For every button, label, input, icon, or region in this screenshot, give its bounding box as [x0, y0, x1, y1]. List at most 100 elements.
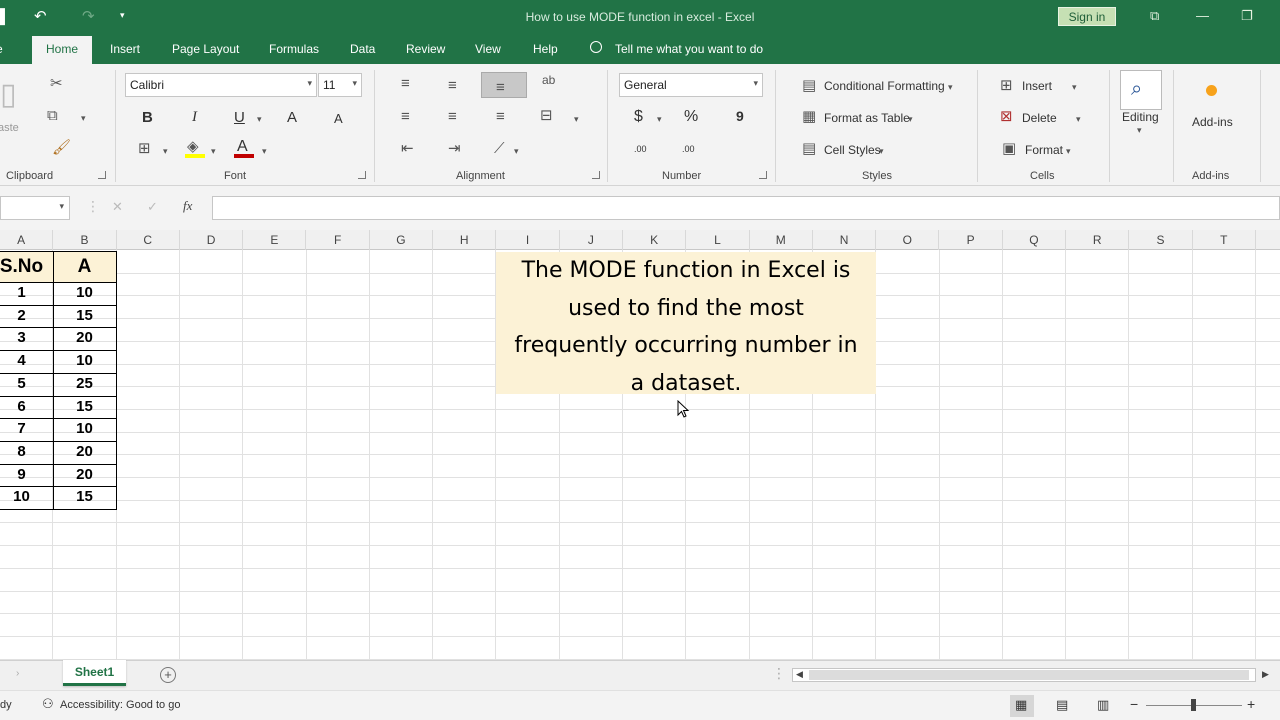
column-header-m[interactable]: M [750, 230, 813, 250]
formula-input[interactable] [212, 196, 1280, 220]
decrease-font-button[interactable]: A [334, 111, 343, 126]
page-layout-view-icon[interactable]: ▤ [1056, 697, 1068, 713]
increase-indent-icon[interactable]: ⇥ [448, 141, 461, 156]
borders-icon[interactable]: ⊞ [138, 141, 151, 156]
column-header-d[interactable]: D [180, 230, 244, 250]
scroll-right-icon[interactable]: ▶ [1262, 669, 1269, 680]
table-cell[interactable]: 10 [53, 350, 116, 373]
horizontal-scrollbar[interactable]: ◀ [792, 668, 1256, 682]
editing-label[interactable]: Editing [1122, 110, 1159, 124]
font-size-combo[interactable]: 11 ▾ [318, 73, 362, 97]
table-cell[interactable]: 20 [53, 327, 116, 350]
comma-style-button[interactable]: 9 [736, 108, 744, 124]
accessibility-status[interactable]: Accessibility: Good to go [60, 699, 180, 711]
orientation-dropdown-icon[interactable]: ▾ [514, 146, 519, 157]
paste-icon[interactable]: ▯ [0, 80, 17, 110]
enter-icon[interactable]: ✓ [147, 199, 158, 215]
borders-dropdown-icon[interactable]: ▾ [163, 146, 168, 157]
name-box[interactable]: ▾ [0, 196, 70, 220]
table-cell[interactable]: 15 [53, 305, 116, 328]
column-header-f[interactable]: F [307, 230, 370, 250]
column-header-c[interactable]: C [117, 230, 180, 250]
sheet-tab-sheet1[interactable]: Sheet1 [63, 660, 126, 686]
decrease-decimal-button[interactable]: .00 [682, 144, 695, 154]
column-header-r[interactable]: R [1066, 230, 1130, 250]
table-cell[interactable]: 7 [0, 418, 53, 441]
column-header-t[interactable]: T [1193, 230, 1256, 250]
column-header-e[interactable]: E [243, 230, 307, 250]
table-cell[interactable]: 8 [0, 441, 53, 464]
copy-icon[interactable]: ⧉ [47, 108, 58, 123]
column-header-l[interactable]: L [686, 230, 750, 250]
column-header-q[interactable]: Q [1003, 230, 1067, 250]
underline-button[interactable]: U [234, 109, 245, 126]
align-top-icon[interactable]: ≡ [401, 76, 410, 91]
tab-data[interactable]: Data [350, 42, 375, 56]
table-cell[interactable]: 10 [0, 486, 53, 509]
table-cell[interactable]: 9 [0, 464, 53, 487]
percent-button[interactable]: % [684, 108, 698, 126]
explanation-textbox[interactable]: The MODE function in Excel is used to fi… [496, 252, 876, 396]
table-cell[interactable]: 20 [53, 441, 116, 464]
tab-help[interactable]: Help [533, 42, 558, 56]
tab-formulas[interactable]: Formulas [269, 42, 319, 56]
number-launcher-icon[interactable] [759, 171, 767, 179]
format-as-table-button[interactable]: Format as Table [824, 111, 910, 125]
merge-center-icon[interactable]: ⊟ [540, 108, 553, 123]
align-left-icon[interactable]: ≡ [401, 109, 410, 124]
column-header-s[interactable]: S [1129, 230, 1193, 250]
font-color-dropdown-icon[interactable]: ▾ [262, 146, 267, 157]
table-cell[interactable]: 4 [0, 350, 53, 373]
insert-function-icon[interactable]: fx [183, 198, 192, 214]
merge-dropdown-icon[interactable]: ▾ [574, 114, 579, 125]
column-header-k[interactable]: K [623, 230, 687, 250]
table-cell[interactable]: 1 [0, 282, 53, 305]
tab-page-layout[interactable]: Page Layout [172, 42, 239, 56]
zoom-slider-thumb[interactable] [1191, 699, 1196, 711]
column-header-a[interactable]: A [0, 230, 54, 250]
minimize-icon[interactable]: — [1196, 8, 1209, 23]
page-break-view-icon[interactable]: ▥ [1097, 697, 1109, 713]
add-sheet-icon[interactable]: + [160, 667, 176, 683]
column-header-h[interactable]: H [433, 230, 497, 250]
ribbon-display-icon[interactable]: ⧉ [1150, 8, 1159, 24]
column-header-o[interactable]: O [876, 230, 940, 250]
table-cell[interactable]: 20 [53, 464, 116, 487]
cut-icon[interactable]: ✂ [50, 76, 63, 91]
alignment-launcher-icon[interactable] [592, 171, 600, 179]
add-ins-button[interactable]: Add-ins [1192, 115, 1233, 129]
tab-file[interactable]: e [0, 42, 3, 56]
table-cell[interactable]: 15 [53, 396, 116, 419]
currency-dropdown-icon[interactable]: ▾ [657, 114, 662, 125]
font-name-combo[interactable]: Calibri ▾ [125, 73, 317, 97]
clipboard-launcher-icon[interactable] [98, 171, 106, 179]
cancel-icon[interactable]: ✕ [112, 199, 123, 215]
format-cells-button[interactable]: Format [1025, 143, 1063, 157]
fill-color-icon[interactable]: ◈ [187, 139, 199, 154]
table-cell[interactable]: S.No [0, 251, 53, 282]
column-header-p[interactable]: P [940, 230, 1003, 250]
table-cell[interactable]: 10 [53, 282, 116, 305]
align-center-icon[interactable]: ≡ [448, 109, 457, 124]
tab-home[interactable]: Home [32, 36, 93, 64]
cell-styles-button[interactable]: Cell Styles [824, 143, 881, 157]
italic-button[interactable]: I [192, 109, 197, 126]
tab-view[interactable]: View [475, 42, 501, 56]
table-cell[interactable]: 15 [53, 486, 116, 509]
insert-cells-button[interactable]: Insert [1022, 79, 1052, 93]
wrap-text-icon[interactable]: ab [542, 74, 555, 86]
tab-insert[interactable]: Insert [110, 42, 140, 56]
column-header-b[interactable]: B [53, 230, 117, 250]
currency-button[interactable]: $ [634, 108, 643, 126]
table-cell[interactable]: 6 [0, 396, 53, 419]
format-painter-icon[interactable]: 🖌 [52, 140, 71, 155]
table-cell[interactable]: 25 [53, 373, 116, 396]
table-cell[interactable]: 3 [0, 327, 53, 350]
decrease-indent-icon[interactable]: ⇤ [401, 141, 414, 156]
align-right-icon[interactable]: ≡ [496, 109, 505, 124]
delete-cells-button[interactable]: Delete [1022, 111, 1057, 125]
scroll-sheets-icon[interactable]: › [16, 668, 19, 679]
underline-dropdown-icon[interactable]: ▾ [257, 114, 262, 125]
editing-button[interactable]: ⌕ [1120, 70, 1162, 110]
column-header-n[interactable]: N [813, 230, 877, 250]
